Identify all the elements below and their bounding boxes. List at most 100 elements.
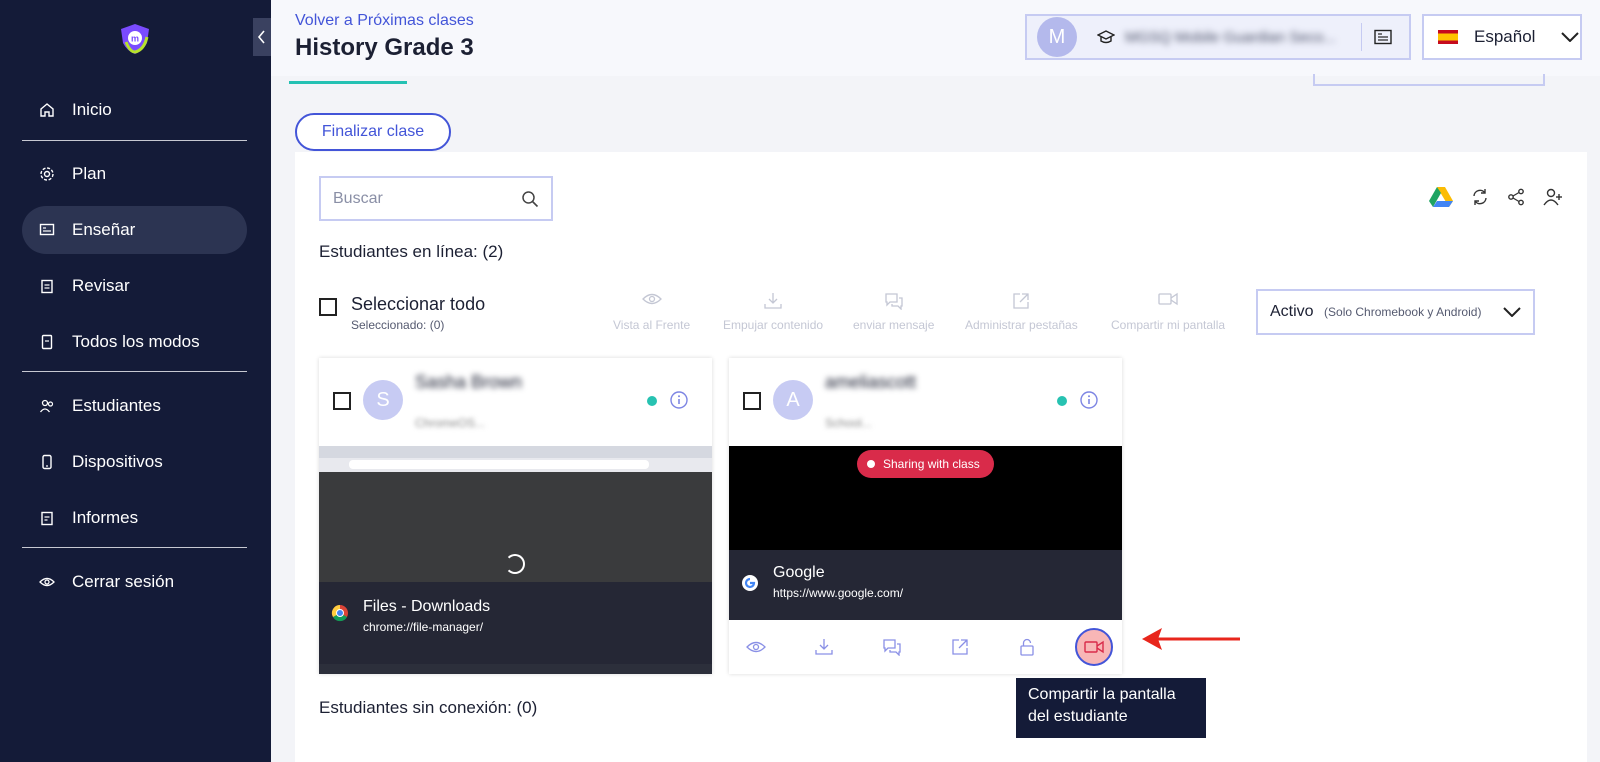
- student-checkbox[interactable]: [333, 392, 351, 410]
- push-content-icon[interactable]: [811, 634, 837, 660]
- sidebar-item-dispositivos[interactable]: Dispositivos: [22, 438, 247, 486]
- online-status-dot: [647, 396, 657, 406]
- download-icon: [763, 292, 783, 312]
- main-content: Volver a Próximas clases History Grade 3…: [271, 0, 1600, 762]
- divider: [1361, 23, 1362, 51]
- manage-tabs-icon[interactable]: [947, 634, 973, 660]
- student-card[interactable]: S Sasha Brown ChromeOS... Files - Downlo…: [319, 358, 712, 674]
- student-card-header: S Sasha Brown ChromeOS...: [319, 358, 712, 448]
- sidebar-item-todos-los-modos[interactable]: Todos los modos: [22, 318, 247, 366]
- sharing-with-class-badge: Sharing with class: [857, 450, 994, 478]
- share-my-screen-action: Compartir mi pantalla: [1111, 292, 1225, 332]
- end-class-button[interactable]: Finalizar clase: [295, 113, 451, 151]
- eye-icon: [641, 292, 662, 312]
- google-icon: [741, 574, 759, 592]
- student-name: ameliascott: [825, 372, 917, 392]
- front-view-action: Vista al Frente: [613, 292, 690, 332]
- header-action-button[interactable]: [1313, 74, 1545, 86]
- sidebar-item-revisar[interactable]: Revisar: [22, 262, 247, 310]
- collapse-sidebar-button[interactable]: [253, 18, 271, 56]
- site-url: chrome://file-manager/: [363, 620, 484, 634]
- select-all-checkbox[interactable]: [319, 298, 337, 316]
- add-student-icon[interactable]: [1543, 188, 1563, 206]
- mobile-guardian-logo[interactable]: m: [118, 22, 152, 56]
- share-icon[interactable]: [1507, 188, 1525, 206]
- send-message-icon[interactable]: [879, 634, 905, 660]
- action-label: Empujar contenido: [723, 318, 824, 332]
- class-toolbar: [1429, 186, 1563, 208]
- sidebar: m Inicio Plan Enseñar Revisar Todos los …: [0, 0, 271, 762]
- sidebar-item-label: Cerrar sesión: [72, 572, 175, 591]
- student-device: School...: [825, 416, 872, 430]
- filter-value: Activo: [1270, 303, 1314, 320]
- site-title: Google: [773, 564, 825, 581]
- google-drive-icon[interactable]: [1429, 186, 1453, 208]
- sidebar-item-informes[interactable]: Informes: [22, 494, 247, 542]
- student-checkbox[interactable]: [743, 392, 761, 410]
- school-card-icon[interactable]: [1374, 29, 1392, 45]
- refresh-icon[interactable]: [1471, 188, 1489, 206]
- student-avatar: A: [773, 380, 813, 420]
- info-icon[interactable]: [1079, 390, 1101, 412]
- current-site-strip: Files - Downloads chrome://file-manager/: [319, 582, 712, 664]
- student-device: ChromeOS...: [415, 416, 486, 430]
- taskbar: [319, 664, 712, 674]
- sidebar-item-label: Revisar: [72, 276, 130, 295]
- search-icon[interactable]: [521, 190, 539, 208]
- student-name: Sasha Brown: [415, 372, 523, 392]
- select-all-label[interactable]: Seleccionar todo: [351, 294, 485, 315]
- sidebar-divider: [22, 371, 247, 372]
- push-content-action: Empujar contenido: [723, 292, 823, 332]
- red-arrow-annotation: [1142, 628, 1240, 650]
- site-url: https://www.google.com/: [773, 586, 904, 600]
- online-status-dot: [1057, 396, 1067, 406]
- student-card[interactable]: A ameliascott School... Sharing with cla…: [729, 358, 1122, 674]
- front-view-icon[interactable]: [743, 634, 769, 660]
- sidebar-item-label: Informes: [72, 508, 139, 527]
- clipboard-icon: [38, 277, 56, 295]
- sidebar-item-plan[interactable]: Plan: [22, 150, 247, 198]
- send-message-action: enviar mensaje: [853, 292, 934, 332]
- page-title: History Grade 3: [295, 34, 474, 61]
- gear-icon: [38, 165, 56, 183]
- chevron-left-icon: [257, 30, 265, 44]
- loading-icon: [505, 554, 525, 574]
- school-avatar: M: [1037, 17, 1077, 57]
- header: Volver a Próximas clases History Grade 3…: [271, 0, 1600, 76]
- sidebar-item-ensenar[interactable]: Enseñar: [22, 206, 247, 254]
- sidebar-item-label: Inicio: [72, 100, 112, 119]
- language-selector[interactable]: Español: [1422, 14, 1582, 60]
- action-label: Vista al Frente: [613, 318, 691, 332]
- spain-flag-icon: [1438, 30, 1458, 44]
- lock-icon[interactable]: [1014, 634, 1040, 660]
- browser-bar: [319, 446, 712, 472]
- device-icon: [38, 333, 56, 351]
- sidebar-item-label: Estudiantes: [72, 396, 161, 415]
- share-student-screen-button[interactable]: [1075, 628, 1113, 666]
- online-students-heading: Estudiantes en línea: (2): [319, 242, 504, 261]
- status-filter-dropdown[interactable]: Activo (Solo Chromebook y Android): [1256, 289, 1535, 335]
- action-label: enviar mensaje: [853, 318, 935, 332]
- student-actions: [729, 620, 1122, 674]
- tooltip: Compartir la pantalla del estudiante: [1016, 678, 1206, 738]
- search-box[interactable]: [319, 176, 553, 221]
- phone-icon: [38, 453, 56, 471]
- school-selector[interactable]: M MGSQ Mobile Guardian Seco...: [1025, 14, 1411, 60]
- student-screen-thumbnail[interactable]: Files - Downloads chrome://file-manager/: [319, 446, 712, 674]
- sidebar-item-inicio[interactable]: Inicio: [22, 86, 247, 134]
- info-icon[interactable]: [669, 390, 691, 412]
- action-label: Compartir mi pantalla: [1111, 318, 1226, 332]
- current-site-strip: Google https://www.google.com/: [729, 550, 1122, 620]
- student-screen-thumbnail[interactable]: Sharing with class: [729, 446, 1122, 550]
- search-input[interactable]: [333, 189, 503, 208]
- teach-icon: [38, 221, 56, 239]
- external-link-icon: [1012, 292, 1030, 312]
- action-label: Administrar pestañas: [965, 318, 1078, 332]
- sidebar-item-label: Dispositivos: [72, 452, 163, 471]
- back-to-upcoming-classes-link[interactable]: Volver a Próximas clases: [295, 12, 474, 30]
- chevron-down-icon: [1503, 307, 1521, 317]
- sidebar-item-estudiantes[interactable]: Estudiantes: [22, 382, 247, 430]
- student-avatar: S: [363, 380, 403, 420]
- sidebar-item-label: Todos los modos: [72, 332, 200, 351]
- sidebar-item-cerrar-sesion[interactable]: Cerrar sesión: [22, 558, 247, 606]
